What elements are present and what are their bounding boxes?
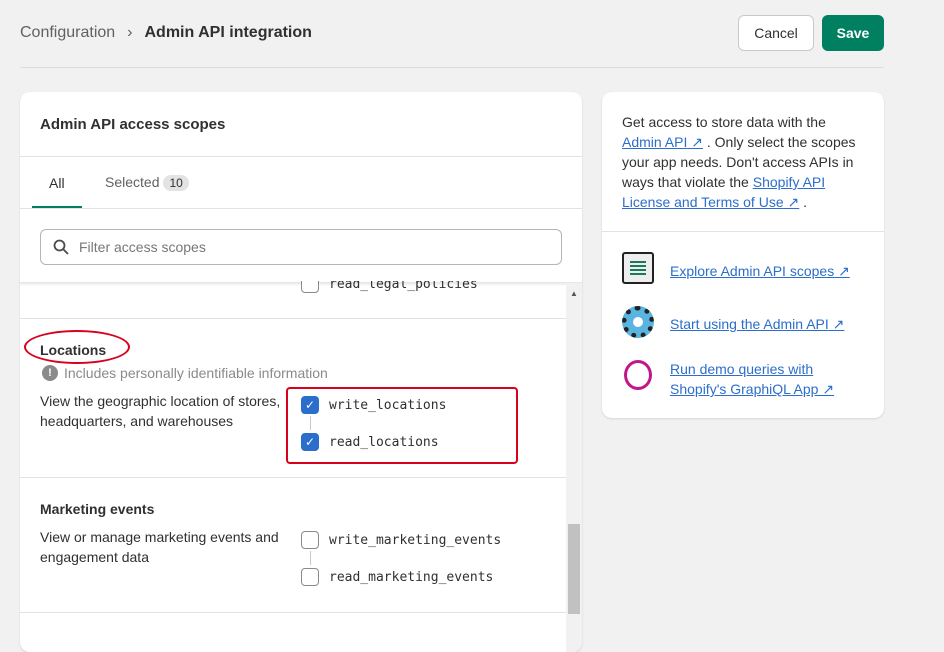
scroll-document-icon bbox=[622, 252, 654, 284]
connector-line bbox=[310, 551, 311, 565]
divider bbox=[20, 156, 582, 157]
divider bbox=[602, 231, 884, 232]
divider bbox=[20, 318, 566, 319]
info-card: Get access to store data with the Admin … bbox=[602, 92, 884, 418]
save-button[interactable]: Save bbox=[822, 15, 884, 51]
tab-label: Selected bbox=[105, 174, 160, 190]
search-placeholder: Filter access scopes bbox=[79, 239, 206, 255]
pii-warning: ! Includes personally identifiable inform… bbox=[42, 365, 328, 381]
divider bbox=[20, 612, 566, 613]
breadcrumb: Configuration › Admin API integration bbox=[20, 24, 312, 42]
search-input[interactable]: Filter access scopes bbox=[40, 229, 562, 265]
checkbox-checked[interactable]: ✓ bbox=[301, 396, 319, 414]
scopes-card: Admin API access scopes All Selected 10 F… bbox=[20, 92, 582, 652]
chevron-right-icon: › bbox=[127, 24, 133, 41]
info-text: Get access to store data with the Admin … bbox=[622, 114, 856, 210]
card-title: Admin API access scopes bbox=[40, 116, 226, 133]
checkbox[interactable] bbox=[301, 281, 319, 293]
divider bbox=[20, 477, 566, 478]
scope-item[interactable]: write_marketing_events bbox=[301, 531, 501, 549]
section-description: View the geographic location of stores, … bbox=[40, 393, 281, 429]
scope-name: read_legal_policies bbox=[329, 276, 478, 292]
external-link-icon: ↗ bbox=[687, 134, 703, 150]
admin-api-link[interactable]: Admin API bbox=[622, 134, 687, 150]
count-badge: 10 bbox=[163, 175, 189, 191]
checkbox-checked[interactable]: ✓ bbox=[301, 433, 319, 451]
scope-item[interactable]: ✓ read_locations bbox=[301, 433, 439, 451]
graphql-icon bbox=[624, 360, 652, 390]
breadcrumb-parent[interactable]: Configuration bbox=[20, 24, 115, 42]
scope-item[interactable]: read_marketing_events bbox=[301, 568, 493, 586]
scroll-up-arrow-icon[interactable]: ▲ bbox=[570, 289, 578, 298]
scope-item[interactable]: read_legal_policies bbox=[301, 276, 478, 293]
page-title: Admin API integration bbox=[144, 24, 312, 41]
tab-all[interactable]: All bbox=[49, 175, 65, 191]
scope-name: write_locations bbox=[329, 397, 447, 413]
scrollbar-thumb[interactable] bbox=[568, 524, 580, 614]
search-icon bbox=[53, 239, 69, 255]
external-link-icon: ↗ bbox=[783, 194, 800, 210]
scope-item[interactable]: ✓ write_locations bbox=[301, 396, 446, 414]
scope-name: write_marketing_events bbox=[329, 532, 502, 548]
divider bbox=[20, 67, 884, 68]
explore-scopes-link[interactable]: Explore Admin API scopes ↗ bbox=[670, 261, 850, 281]
tab-selected[interactable]: Selected 10 bbox=[105, 174, 189, 191]
section-title: Marketing events bbox=[40, 501, 155, 517]
alert-icon: ! bbox=[42, 365, 58, 381]
cancel-button[interactable]: Cancel bbox=[738, 15, 814, 51]
section-title: Locations bbox=[40, 342, 107, 358]
section-description: View or manage marketing events and enga… bbox=[40, 529, 279, 565]
scope-name: read_locations bbox=[329, 434, 439, 450]
gear-icon bbox=[622, 306, 654, 338]
checkbox[interactable] bbox=[301, 568, 319, 586]
checkbox[interactable] bbox=[301, 531, 319, 549]
warning-text: Includes personally identifiable informa… bbox=[64, 365, 328, 381]
graphiql-link[interactable]: Run demo queries with Shopify's GraphiQL… bbox=[670, 359, 860, 399]
connector-line bbox=[310, 416, 311, 430]
divider bbox=[20, 208, 582, 209]
scope-name: read_marketing_events bbox=[329, 569, 494, 585]
start-using-link[interactable]: Start using the Admin API ↗ bbox=[670, 314, 844, 334]
